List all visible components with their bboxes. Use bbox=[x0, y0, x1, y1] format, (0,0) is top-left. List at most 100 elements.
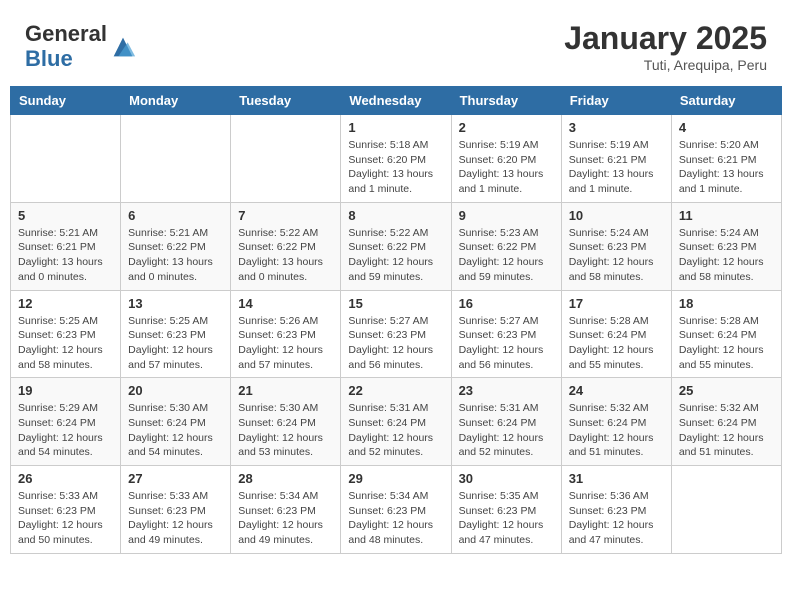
logo-text: General Blue bbox=[25, 22, 107, 70]
calendar-cell: 10 Sunrise: 5:24 AM Sunset: 6:23 PM Dayli… bbox=[561, 202, 671, 290]
calendar-cell bbox=[671, 466, 781, 554]
day-number: 16 bbox=[459, 296, 554, 311]
day-number: 27 bbox=[128, 471, 223, 486]
calendar-cell: 20 Sunrise: 5:30 AM Sunset: 6:24 PM Dayli… bbox=[121, 378, 231, 466]
day-number: 9 bbox=[459, 208, 554, 223]
day-number: 31 bbox=[569, 471, 664, 486]
day-info: Sunrise: 5:22 AM Sunset: 6:22 PM Dayligh… bbox=[238, 226, 333, 285]
calendar-week-row: 5Sunrise: 5:21 AM Sunset: 6:21 PM Daylig… bbox=[11, 202, 782, 290]
day-number: 5 bbox=[18, 208, 113, 223]
day-number: 22 bbox=[348, 383, 443, 398]
page-header: General Blue January 2025 Tuti, Arequipa… bbox=[10, 10, 782, 78]
calendar-cell: 9 Sunrise: 5:23 AM Sunset: 6:22 PM Daylig… bbox=[451, 202, 561, 290]
day-info: Sunrise: 5:28 AM Sunset: 6:24 PM Dayligh… bbox=[569, 314, 664, 373]
day-number: 6 bbox=[128, 208, 223, 223]
calendar-cell: 15Sunrise: 5:27 AM Sunset: 6:23 PM Dayli… bbox=[341, 290, 451, 378]
day-number: 17 bbox=[569, 296, 664, 311]
calendar-cell: 6 Sunrise: 5:21 AM Sunset: 6:22 PM Daylig… bbox=[121, 202, 231, 290]
logo: General Blue bbox=[25, 22, 137, 70]
day-info: Sunrise: 5:29 AM Sunset: 6:24 PM Dayligh… bbox=[18, 401, 113, 460]
day-info: Sunrise: 5:36 AM Sunset: 6:23 PM Dayligh… bbox=[569, 489, 664, 548]
day-number: 28 bbox=[238, 471, 333, 486]
day-number: 21 bbox=[238, 383, 333, 398]
calendar-cell: 12 Sunrise: 5:25 AM Sunset: 6:23 PM Dayli… bbox=[11, 290, 121, 378]
calendar-cell: 31 Sunrise: 5:36 AM Sunset: 6:23 PM Dayli… bbox=[561, 466, 671, 554]
day-number: 14 bbox=[238, 296, 333, 311]
day-number: 11 bbox=[679, 208, 774, 223]
title-block: January 2025 Tuti, Arequipa, Peru bbox=[564, 20, 767, 73]
day-info: Sunrise: 5:23 AM Sunset: 6:22 PM Dayligh… bbox=[459, 226, 554, 285]
calendar-header-row: SundayMondayTuesdayWednesdayThursdayFrid… bbox=[11, 87, 782, 115]
day-info: Sunrise: 5:19 AM Sunset: 6:21 PM Dayligh… bbox=[569, 138, 664, 197]
day-number: 1 bbox=[348, 120, 443, 135]
calendar-cell: 1 Sunrise: 5:18 AM Sunset: 6:20 PM Daylig… bbox=[341, 115, 451, 203]
day-number: 19 bbox=[18, 383, 113, 398]
day-number: 13 bbox=[128, 296, 223, 311]
day-header-saturday: Saturday bbox=[671, 87, 781, 115]
day-number: 2 bbox=[459, 120, 554, 135]
day-number: 20 bbox=[128, 383, 223, 398]
day-info: Sunrise: 5:33 AM Sunset: 6:23 PM Dayligh… bbox=[18, 489, 113, 548]
day-number: 8 bbox=[348, 208, 443, 223]
calendar-cell: 26 Sunrise: 5:33 AM Sunset: 6:23 PM Dayli… bbox=[11, 466, 121, 554]
day-number: 25 bbox=[679, 383, 774, 398]
logo-icon bbox=[109, 33, 137, 61]
day-info: Sunrise: 5:30 AM Sunset: 6:24 PM Dayligh… bbox=[238, 401, 333, 460]
day-info: Sunrise: 5:18 AM Sunset: 6:20 PM Dayligh… bbox=[348, 138, 443, 197]
location-title: Tuti, Arequipa, Peru bbox=[564, 57, 767, 73]
calendar-cell: 22 Sunrise: 5:31 AM Sunset: 6:24 PM Dayli… bbox=[341, 378, 451, 466]
day-info: Sunrise: 5:25 AM Sunset: 6:23 PM Dayligh… bbox=[18, 314, 113, 373]
day-number: 10 bbox=[569, 208, 664, 223]
calendar-cell: 7 Sunrise: 5:22 AM Sunset: 6:22 PM Daylig… bbox=[231, 202, 341, 290]
day-header-sunday: Sunday bbox=[11, 87, 121, 115]
day-number: 29 bbox=[348, 471, 443, 486]
calendar-cell: 24Sunrise: 5:32 AM Sunset: 6:24 PM Dayli… bbox=[561, 378, 671, 466]
day-number: 12 bbox=[18, 296, 113, 311]
calendar-week-row: 12 Sunrise: 5:25 AM Sunset: 6:23 PM Dayli… bbox=[11, 290, 782, 378]
calendar-cell: 14Sunrise: 5:26 AM Sunset: 6:23 PM Dayli… bbox=[231, 290, 341, 378]
logo-blue: Blue bbox=[25, 46, 73, 71]
day-header-wednesday: Wednesday bbox=[341, 87, 451, 115]
day-number: 26 bbox=[18, 471, 113, 486]
calendar-cell: 8 Sunrise: 5:22 AM Sunset: 6:22 PM Daylig… bbox=[341, 202, 451, 290]
calendar-cell: 11Sunrise: 5:24 AM Sunset: 6:23 PM Dayli… bbox=[671, 202, 781, 290]
calendar-cell: 18 Sunrise: 5:28 AM Sunset: 6:24 PM Dayli… bbox=[671, 290, 781, 378]
calendar-table: SundayMondayTuesdayWednesdayThursdayFrid… bbox=[10, 86, 782, 554]
calendar-cell: 27Sunrise: 5:33 AM Sunset: 6:23 PM Dayli… bbox=[121, 466, 231, 554]
day-header-thursday: Thursday bbox=[451, 87, 561, 115]
day-number: 30 bbox=[459, 471, 554, 486]
calendar-week-row: 26 Sunrise: 5:33 AM Sunset: 6:23 PM Dayli… bbox=[11, 466, 782, 554]
calendar-cell bbox=[121, 115, 231, 203]
day-info: Sunrise: 5:20 AM Sunset: 6:21 PM Dayligh… bbox=[679, 138, 774, 197]
day-info: Sunrise: 5:31 AM Sunset: 6:24 PM Dayligh… bbox=[459, 401, 554, 460]
calendar-cell: 28 Sunrise: 5:34 AM Sunset: 6:23 PM Dayli… bbox=[231, 466, 341, 554]
day-header-tuesday: Tuesday bbox=[231, 87, 341, 115]
calendar-cell: 29 Sunrise: 5:34 AM Sunset: 6:23 PM Dayli… bbox=[341, 466, 451, 554]
day-info: Sunrise: 5:19 AM Sunset: 6:20 PM Dayligh… bbox=[459, 138, 554, 197]
day-info: Sunrise: 5:21 AM Sunset: 6:22 PM Dayligh… bbox=[128, 226, 223, 285]
day-info: Sunrise: 5:32 AM Sunset: 6:24 PM Dayligh… bbox=[569, 401, 664, 460]
day-number: 7 bbox=[238, 208, 333, 223]
month-title: January 2025 bbox=[564, 20, 767, 57]
day-info: Sunrise: 5:28 AM Sunset: 6:24 PM Dayligh… bbox=[679, 314, 774, 373]
day-info: Sunrise: 5:35 AM Sunset: 6:23 PM Dayligh… bbox=[459, 489, 554, 548]
calendar-cell: 23Sunrise: 5:31 AM Sunset: 6:24 PM Dayli… bbox=[451, 378, 561, 466]
day-info: Sunrise: 5:27 AM Sunset: 6:23 PM Dayligh… bbox=[459, 314, 554, 373]
day-info: Sunrise: 5:22 AM Sunset: 6:22 PM Dayligh… bbox=[348, 226, 443, 285]
day-info: Sunrise: 5:24 AM Sunset: 6:23 PM Dayligh… bbox=[569, 226, 664, 285]
day-number: 18 bbox=[679, 296, 774, 311]
day-number: 3 bbox=[569, 120, 664, 135]
day-number: 15 bbox=[348, 296, 443, 311]
calendar-week-row: 1 Sunrise: 5:18 AM Sunset: 6:20 PM Daylig… bbox=[11, 115, 782, 203]
day-info: Sunrise: 5:34 AM Sunset: 6:23 PM Dayligh… bbox=[238, 489, 333, 548]
calendar-cell: 17 Sunrise: 5:28 AM Sunset: 6:24 PM Dayli… bbox=[561, 290, 671, 378]
calendar-cell bbox=[231, 115, 341, 203]
calendar-cell: 25Sunrise: 5:32 AM Sunset: 6:24 PM Dayli… bbox=[671, 378, 781, 466]
day-info: Sunrise: 5:30 AM Sunset: 6:24 PM Dayligh… bbox=[128, 401, 223, 460]
day-header-friday: Friday bbox=[561, 87, 671, 115]
calendar-cell: 5Sunrise: 5:21 AM Sunset: 6:21 PM Daylig… bbox=[11, 202, 121, 290]
day-info: Sunrise: 5:31 AM Sunset: 6:24 PM Dayligh… bbox=[348, 401, 443, 460]
day-info: Sunrise: 5:34 AM Sunset: 6:23 PM Dayligh… bbox=[348, 489, 443, 548]
calendar-cell: 2 Sunrise: 5:19 AM Sunset: 6:20 PM Daylig… bbox=[451, 115, 561, 203]
logo-general: General bbox=[25, 21, 107, 46]
